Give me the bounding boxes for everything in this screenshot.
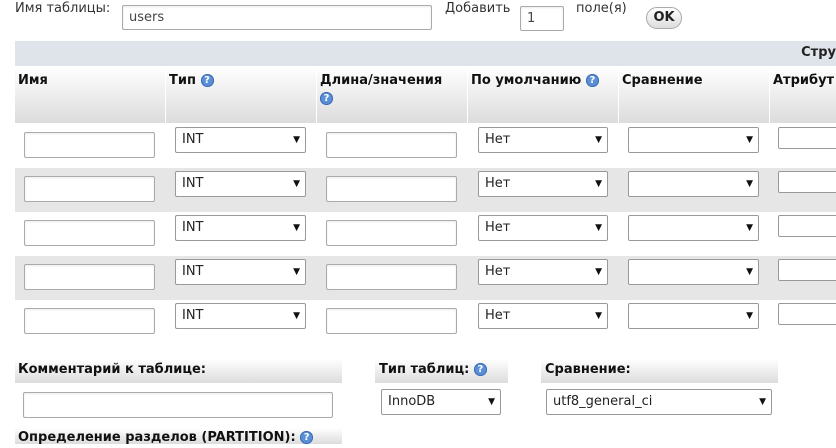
dropdown-arrow-icon: ▼ xyxy=(595,267,602,277)
column-header-label: Тип xyxy=(169,73,196,88)
field-collation-select[interactable]: ▼ xyxy=(628,171,759,197)
dropdown-arrow-icon: ▼ xyxy=(595,179,602,189)
field-attributes-select[interactable] xyxy=(778,171,836,193)
dropdown-arrow-icon: ▼ xyxy=(746,179,753,189)
structure-bar-label: Стру xyxy=(801,45,836,60)
field-collation-select[interactable]: ▼ xyxy=(628,127,759,153)
dropdown-arrow-icon: ▼ xyxy=(293,267,300,277)
table-collation-label: Сравнение: xyxy=(545,362,631,377)
dropdown-arrow-icon: ▼ xyxy=(595,223,602,233)
table-name-input[interactable]: users xyxy=(122,5,432,30)
field-name-input[interactable] xyxy=(24,176,155,202)
field-default-select[interactable]: Нет ▼ xyxy=(478,303,608,329)
column-header-collation: Сравнение xyxy=(619,66,769,123)
dropdown-arrow-icon: ▼ xyxy=(293,135,300,145)
dropdown-arrow-icon: ▼ xyxy=(595,135,602,145)
table-type-label: Тип таблиц: xyxy=(379,362,470,377)
field-length-input[interactable] xyxy=(326,176,457,202)
field-length-input[interactable] xyxy=(326,264,457,290)
field-attributes-select[interactable] xyxy=(778,259,836,281)
field-type-select[interactable]: INT ▼ xyxy=(175,303,306,329)
column-header-name: Имя xyxy=(15,66,165,123)
field-default-select[interactable]: Нет ▼ xyxy=(478,127,608,153)
field-default-value: Нет xyxy=(485,264,511,279)
field-length-input[interactable] xyxy=(326,308,457,334)
dropdown-arrow-icon: ▼ xyxy=(759,397,766,407)
field-name-input[interactable] xyxy=(24,264,155,290)
field-type-value: INT xyxy=(182,132,204,147)
column-header-label: Атрибут xyxy=(773,73,835,88)
column-header-label: Сравнение xyxy=(622,73,703,88)
table-name-label: Имя таблицы: xyxy=(15,1,111,16)
dropdown-arrow-icon: ▼ xyxy=(746,135,753,145)
column-header-type: Тип ? xyxy=(166,66,316,123)
field-collation-select[interactable]: ▼ xyxy=(628,259,759,285)
table-type-value: InnoDB xyxy=(388,394,436,409)
field-type-value: INT xyxy=(182,220,204,235)
dropdown-arrow-icon: ▼ xyxy=(746,311,753,321)
partition-label: Определение разделов (PARTITION): xyxy=(18,430,296,445)
field-type-select[interactable]: INT ▼ xyxy=(175,259,306,285)
dropdown-arrow-icon: ▼ xyxy=(746,223,753,233)
field-type-value: INT xyxy=(182,264,204,279)
column-header-label: Длина/значения xyxy=(320,73,443,88)
field-name-input[interactable] xyxy=(24,132,155,158)
column-header-label: Имя xyxy=(18,73,48,88)
field-name-input[interactable] xyxy=(24,308,155,334)
dropdown-arrow-icon: ▼ xyxy=(293,223,300,233)
table-comment-label: Комментарий к таблице: xyxy=(18,362,206,377)
fields-unit-label: поле(я) xyxy=(576,1,627,16)
field-attributes-select[interactable] xyxy=(778,303,836,325)
column-header-attributes: Атрибут xyxy=(770,66,836,123)
field-default-value: Нет xyxy=(485,176,511,191)
column-header-default: По умолчанию ? xyxy=(468,66,618,123)
help-icon[interactable]: ? xyxy=(300,431,314,444)
field-collation-select[interactable]: ▼ xyxy=(628,215,759,241)
field-collation-select[interactable]: ▼ xyxy=(628,303,759,329)
structure-bar: Стру xyxy=(15,41,836,66)
help-icon[interactable]: ? xyxy=(585,74,599,87)
partition-header: Определение разделов (PARTITION): ? xyxy=(15,428,342,445)
table-type-select[interactable]: InnoDB ▼ xyxy=(381,389,501,415)
table-comment-input[interactable] xyxy=(23,392,333,418)
dropdown-arrow-icon: ▼ xyxy=(746,267,753,277)
field-default-value: Нет xyxy=(485,220,511,235)
table-collation-header: Сравнение: xyxy=(541,359,778,383)
column-header-label: По умолчанию xyxy=(471,73,582,88)
field-type-select[interactable]: INT ▼ xyxy=(175,215,306,241)
dropdown-arrow-icon: ▼ xyxy=(293,311,300,321)
field-default-select[interactable]: Нет ▼ xyxy=(478,259,608,285)
ok-button[interactable]: OK xyxy=(646,7,682,29)
table-type-header: Тип таблиц: ? xyxy=(375,359,508,383)
help-icon[interactable]: ? xyxy=(320,92,333,105)
field-type-select[interactable]: INT ▼ xyxy=(175,171,306,197)
table-collation-select[interactable]: utf8_general_ci ▼ xyxy=(546,389,772,415)
dropdown-arrow-icon: ▼ xyxy=(595,311,602,321)
field-attributes-select[interactable] xyxy=(778,127,836,149)
field-default-value: Нет xyxy=(485,132,511,147)
column-header-length: Длина/значения? xyxy=(317,66,467,123)
field-type-value: INT xyxy=(182,308,204,323)
add-fields-count-input[interactable]: 1 xyxy=(520,6,564,31)
dropdown-arrow-icon: ▼ xyxy=(293,179,300,189)
field-name-input[interactable] xyxy=(24,220,155,246)
help-icon[interactable]: ? xyxy=(473,363,487,376)
field-type-value: INT xyxy=(182,176,204,191)
dropdown-arrow-icon: ▼ xyxy=(488,397,495,407)
field-default-value: Нет xyxy=(485,308,511,323)
field-default-select[interactable]: Нет ▼ xyxy=(478,215,608,241)
field-attributes-select[interactable] xyxy=(778,215,836,237)
field-length-input[interactable] xyxy=(326,220,457,246)
table-collation-value: utf8_general_ci xyxy=(553,394,653,409)
add-fields-label: Добавить xyxy=(445,1,511,16)
help-icon[interactable]: ? xyxy=(200,74,214,87)
field-default-select[interactable]: Нет ▼ xyxy=(478,171,608,197)
field-length-input[interactable] xyxy=(326,132,457,158)
table-comment-header: Комментарий к таблице: xyxy=(15,359,342,383)
field-type-select[interactable]: INT ▼ xyxy=(175,127,306,153)
